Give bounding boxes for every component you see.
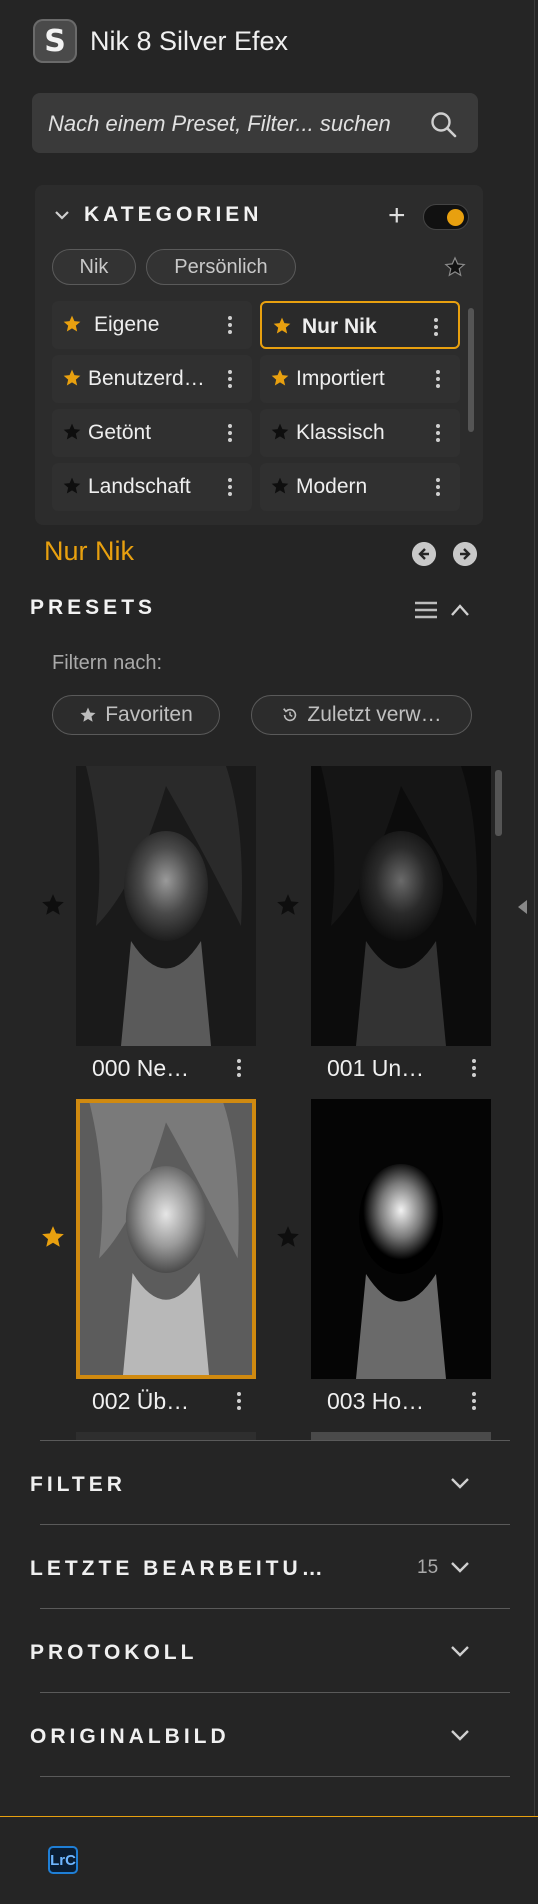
- star-filter-icon[interactable]: [444, 256, 466, 278]
- preset-thumbnail[interactable]: [76, 766, 256, 1046]
- more-options-icon[interactable]: [228, 369, 232, 389]
- chip-persoenlich[interactable]: Persönlich: [146, 249, 296, 285]
- filter-recent-button[interactable]: Zuletzt verw…: [251, 695, 472, 735]
- section-filter-title[interactable]: FILTER: [30, 1473, 126, 1497]
- category-tile-benutzerdefiniert[interactable]: Benutzerd…: [52, 355, 252, 403]
- more-options-icon[interactable]: [237, 1058, 241, 1078]
- star-icon[interactable]: [62, 476, 82, 496]
- category-label: Getönt: [88, 421, 152, 444]
- chevron-down-icon[interactable]: [450, 1476, 470, 1490]
- search-icon[interactable]: [430, 111, 458, 139]
- category-label: Modern: [296, 475, 368, 498]
- divider: [40, 1776, 510, 1777]
- categories-title: KATEGORIEN: [84, 203, 263, 226]
- categories-toggle[interactable]: [423, 204, 469, 230]
- app-logo: S: [33, 19, 77, 63]
- preset-label: 003 Ho…: [327, 1388, 425, 1414]
- more-options-icon[interactable]: [228, 315, 232, 335]
- more-options-icon[interactable]: [228, 423, 232, 443]
- more-options-icon[interactable]: [436, 369, 440, 389]
- chevron-down-icon[interactable]: [450, 1560, 470, 1574]
- more-options-icon[interactable]: [436, 477, 440, 497]
- preset-thumbnail-selected[interactable]: [76, 1099, 256, 1379]
- history-icon: [283, 708, 297, 722]
- lightroom-classic-badge[interactable]: LrC: [48, 1846, 78, 1874]
- add-category-icon[interactable]: +: [388, 201, 406, 231]
- recent-edits-count-badge: 15: [417, 1557, 439, 1578]
- current-category-label: Nur Nik: [44, 536, 135, 566]
- filter-favorites-button[interactable]: Favoriten: [52, 695, 220, 735]
- more-options-icon[interactable]: [436, 423, 440, 443]
- category-tile-getoent[interactable]: Getönt: [52, 409, 252, 457]
- chevron-down-icon[interactable]: [54, 209, 70, 221]
- category-label: Eigene: [94, 313, 160, 336]
- search-input[interactable]: [46, 93, 430, 155]
- category-tile-nur-nik[interactable]: Nur Nik: [260, 301, 460, 349]
- category-label: Importiert: [296, 367, 385, 390]
- more-options-icon[interactable]: [434, 317, 438, 337]
- arrow-right-icon[interactable]: [453, 542, 477, 566]
- more-options-icon[interactable]: [472, 1391, 476, 1411]
- chevron-up-icon[interactable]: [450, 603, 470, 617]
- chevron-down-icon[interactable]: [450, 1728, 470, 1742]
- category-tile-importiert[interactable]: Importiert: [260, 355, 460, 403]
- more-options-icon[interactable]: [237, 1391, 241, 1411]
- search-box: [32, 93, 478, 155]
- category-tile-landschaft[interactable]: Landschaft: [52, 463, 252, 511]
- preset-label: 002 Üb…: [92, 1388, 190, 1414]
- star-icon[interactable]: [272, 316, 292, 336]
- star-icon: [80, 707, 96, 722]
- preset-label: 000 Ne…: [92, 1055, 190, 1081]
- filter-favorites-label: Favoriten: [105, 703, 193, 726]
- filter-by-label: Filtern nach:: [52, 652, 163, 674]
- star-icon[interactable]: [270, 476, 290, 496]
- preset-thumbnail[interactable]: [311, 1099, 491, 1379]
- more-options-icon[interactable]: [228, 477, 232, 497]
- category-tile-klassisch[interactable]: Klassisch: [260, 409, 460, 457]
- preset-thumbnail[interactable]: [311, 766, 491, 1046]
- divider: [40, 1440, 510, 1441]
- divider: [40, 1608, 510, 1609]
- app-title: Nik 8 Silver Efex: [90, 26, 289, 56]
- chevron-down-icon[interactable]: [450, 1644, 470, 1658]
- favorite-star-icon[interactable]: [275, 1224, 301, 1250]
- divider: [40, 1524, 510, 1525]
- more-options-icon[interactable]: [472, 1058, 476, 1078]
- star-icon[interactable]: [270, 422, 290, 442]
- presets-scrollbar[interactable]: [495, 770, 502, 836]
- toggle-knob: [447, 209, 464, 226]
- favorite-star-icon[interactable]: [40, 892, 66, 918]
- category-tile-modern[interactable]: Modern: [260, 463, 460, 511]
- star-icon[interactable]: [62, 314, 82, 334]
- filter-recent-label: Zuletzt verw…: [307, 703, 442, 726]
- presets-title: PRESETS: [30, 596, 157, 619]
- preset-label: 001 Un…: [327, 1055, 425, 1081]
- list-view-icon[interactable]: [414, 600, 438, 620]
- category-label: Nur Nik: [302, 315, 377, 338]
- favorite-star-icon[interactable]: [275, 892, 301, 918]
- category-tile-eigene[interactable]: Eigene: [52, 301, 252, 349]
- category-label: Klassisch: [296, 421, 385, 444]
- preset-thumbnail-partial: [76, 1432, 256, 1440]
- star-icon[interactable]: [62, 368, 82, 388]
- section-history-title[interactable]: PROTOKOLL: [30, 1641, 197, 1665]
- favorite-star-icon[interactable]: [40, 1224, 66, 1250]
- category-label: Landschaft: [88, 475, 191, 498]
- arrow-left-icon[interactable]: [412, 542, 436, 566]
- divider: [40, 1692, 510, 1693]
- section-recent-edits-title[interactable]: LETZTE BEARBEITU…: [30, 1557, 327, 1581]
- collapse-panel-arrow-icon[interactable]: [518, 900, 527, 914]
- footer-accent-line: [0, 1816, 538, 1817]
- star-icon[interactable]: [62, 422, 82, 442]
- preset-thumbnail-partial: [311, 1432, 491, 1440]
- star-icon[interactable]: [270, 368, 290, 388]
- section-original-title[interactable]: ORIGINALBILD: [30, 1725, 230, 1749]
- chip-nik[interactable]: Nik: [52, 249, 136, 285]
- category-label: Benutzerd…: [88, 367, 205, 390]
- categories-scrollbar[interactable]: [468, 308, 474, 432]
